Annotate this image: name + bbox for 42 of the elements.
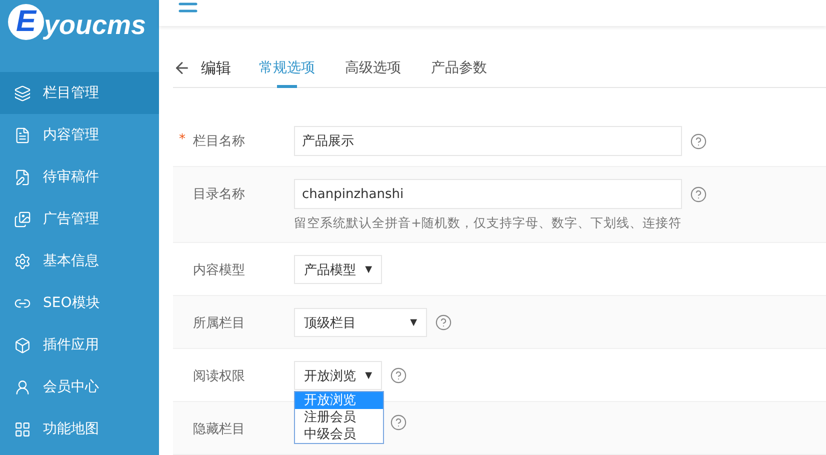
sidebar-item[interactable]: 基本信息	[0, 240, 159, 282]
sidebar-item[interactable]: 广告管理	[0, 198, 159, 240]
help-icon[interactable]	[390, 367, 407, 384]
cube-icon	[14, 336, 31, 354]
help-icon[interactable]	[690, 186, 707, 202]
select-field[interactable]: 开放浏览 ▼	[294, 361, 382, 390]
back-link[interactable]: 编辑	[173, 58, 231, 78]
field-label: 目录名称	[193, 186, 245, 204]
field-label: 内容模型	[193, 262, 245, 280]
sidebar-item[interactable]: 内容管理	[0, 114, 159, 156]
help-icon[interactable]	[690, 132, 707, 150]
logo: E youcms	[0, 0, 159, 72]
sidebar-item[interactable]: 会员中心	[0, 366, 159, 408]
sidebar-item[interactable]: 栏目管理	[0, 72, 159, 114]
document-edit-icon	[14, 168, 31, 186]
select-field[interactable]: 产品模型 ▼	[294, 255, 382, 284]
select-field[interactable]: 顶级栏目 ▼	[294, 308, 427, 337]
page-title: 编辑	[201, 58, 231, 78]
text-field[interactable]: 产品展示	[294, 126, 682, 156]
document-icon	[14, 126, 31, 144]
sidebar-item[interactable]: 插件应用	[0, 324, 159, 366]
tab[interactable]: 常规选项	[259, 49, 315, 87]
sidebar-item[interactable]: 待审稿件	[0, 156, 159, 198]
images-icon	[14, 210, 31, 228]
field-hint: 留空系统默认全拼音+随机数，仅支持字母、数字、下划线、连接符	[294, 215, 682, 232]
field-label: 隐藏栏目	[193, 421, 245, 439]
dropdown-option[interactable]: 开放浏览	[295, 392, 383, 409]
help-icon[interactable]	[390, 414, 407, 431]
sidebar-item[interactable]: 功能地图	[0, 408, 159, 450]
layers-icon	[14, 84, 31, 102]
user-icon	[14, 378, 31, 396]
tab[interactable]: 高级选项	[345, 49, 401, 87]
required-mark: *	[179, 132, 186, 149]
field-label: 阅读权限	[193, 368, 245, 386]
field-label: 所属栏目	[193, 315, 245, 333]
tab[interactable]: 产品参数	[431, 49, 487, 87]
settings-icon	[14, 252, 31, 270]
help-icon[interactable]	[435, 314, 452, 331]
field-label: 栏目名称	[193, 133, 245, 151]
text-field[interactable]: chanpinzhanshi	[294, 179, 682, 209]
grid-icon	[14, 420, 31, 438]
sidebar-item[interactable]: SEO模块	[0, 282, 159, 324]
